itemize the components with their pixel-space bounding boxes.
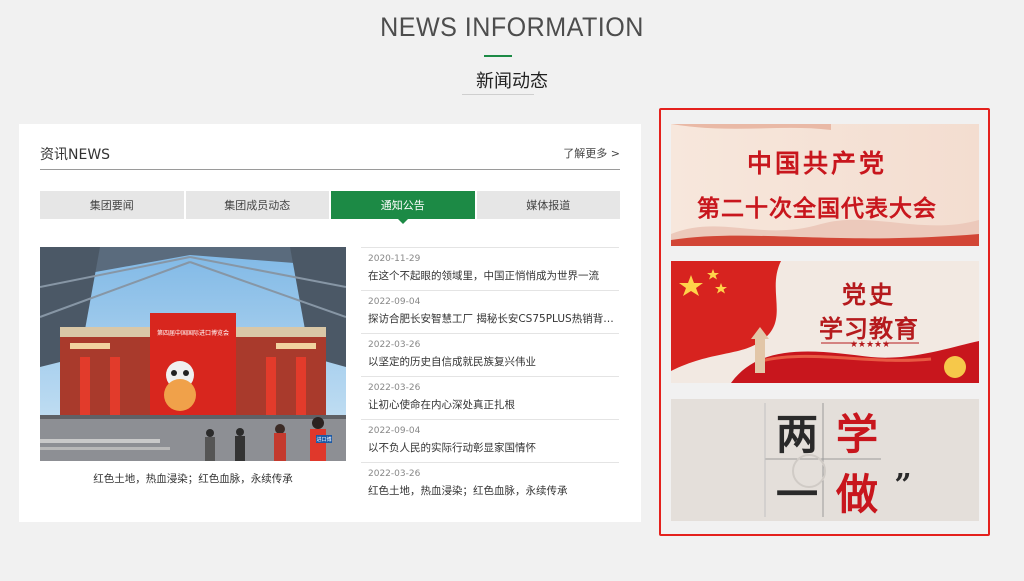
news-section: NEWS INFORMATION 新闻动态 资讯NEWS 了解更多 > 集团要闻…: [0, 0, 1024, 581]
news-list-item[interactable]: 2022-09-04 探访合肥长安智慧工厂 揭秘长安CS75PLUS热销背后..…: [361, 290, 619, 333]
heading-accent-bar: [484, 55, 512, 57]
news-title[interactable]: 让初心使命在内心深处真正扎根: [368, 397, 619, 412]
news-title[interactable]: 在这个不起眼的领域里，中国正悄悄成为世界一流: [368, 268, 619, 283]
banner2-line2: 学习教育: [819, 314, 919, 343]
banner3-quote: ”: [894, 468, 911, 503]
news-list-item[interactable]: 2020-11-29 在这个不起眼的领域里，中国正悄悄成为世界一流: [361, 247, 619, 290]
heading-underline: [462, 94, 534, 95]
banner3-char1: 两: [776, 410, 818, 459]
banner2-stars: ★★★★★: [850, 340, 890, 350]
news-title[interactable]: 探访合肥长安智慧工厂 揭秘长安CS75PLUS热销背后...: [368, 311, 619, 326]
news-list: 2020-11-29 在这个不起眼的领域里，中国正悄悄成为世界一流 2022-0…: [361, 247, 619, 505]
featured-caption: 红色土地，热血浸染；红色血脉，永续传承: [93, 473, 293, 485]
news-list-item[interactable]: 2022-09-04 以不负人民的实际行动彰显家国情怀: [361, 419, 619, 462]
photo-sign-text: 第四届中国国际进口博览会: [157, 329, 229, 337]
banner3-char2: 学: [836, 410, 878, 459]
news-list-item[interactable]: 2022-03-26 让初心使命在内心深处真正扎根: [361, 376, 619, 419]
banner1-line1: 中国共产党: [747, 149, 887, 178]
tab-group-news[interactable]: 集团要闻: [40, 191, 184, 219]
banner2-line1: 党史: [842, 280, 896, 309]
photo-badge-text: 进口博: [316, 436, 331, 443]
news-date: 2022-09-04: [368, 426, 421, 436]
news-tabs: 集团要闻 集团成员动态 通知公告 媒体报道: [40, 191, 620, 224]
news-list-item[interactable]: 2022-03-26 红色土地，热血浸染；红色血脉，永续传承: [361, 462, 619, 505]
banner1-line2: 第二十次全国代表大会: [697, 195, 937, 222]
banner-two-studies-one-action[interactable]: 两 学 一 做 ”: [671, 399, 979, 521]
news-title[interactable]: 以不负人民的实际行动彰显家国情怀: [368, 440, 619, 455]
news-date: 2022-03-26: [368, 340, 421, 350]
banner3-char4: 做: [835, 470, 878, 519]
section-title-cn: 新闻动态: [476, 71, 548, 92]
news-date: 2022-09-04: [368, 297, 421, 307]
tab-media-reports[interactable]: 媒体报道: [476, 191, 620, 219]
news-date: 2022-03-26: [368, 383, 421, 393]
panel-divider: [40, 169, 620, 170]
news-title[interactable]: 红色土地，热血浸染；红色血脉，永续传承: [368, 483, 619, 498]
banner-party-congress[interactable]: 中国共产党 第二十次全国代表大会: [671, 124, 979, 246]
section-title-en: NEWS INFORMATION: [380, 12, 644, 42]
news-date: 2022-03-26: [368, 469, 421, 479]
tab-notices[interactable]: 通知公告: [331, 191, 475, 224]
panel-title: 资讯NEWS: [40, 147, 111, 163]
news-date: 2020-11-29: [368, 254, 421, 264]
news-title[interactable]: 以坚定的历史自信成就民族复兴伟业: [368, 354, 619, 369]
tab-member-updates[interactable]: 集团成员动态: [185, 191, 329, 219]
news-panel: 资讯NEWS 了解更多 > 集团要闻 集团成员动态 通知公告 媒体报道 第四届中…: [19, 124, 641, 522]
banner-party-history[interactable]: 党史 学习教育 ★★★★★: [671, 261, 979, 383]
banner3-char3: 一: [776, 470, 818, 519]
news-list-item[interactable]: 2022-03-26 以坚定的历史自信成就民族复兴伟业: [361, 333, 619, 376]
more-link[interactable]: 了解更多 >: [563, 145, 620, 161]
featured-photo[interactable]: 第四届中国国际进口博览会 进口博: [40, 247, 346, 461]
